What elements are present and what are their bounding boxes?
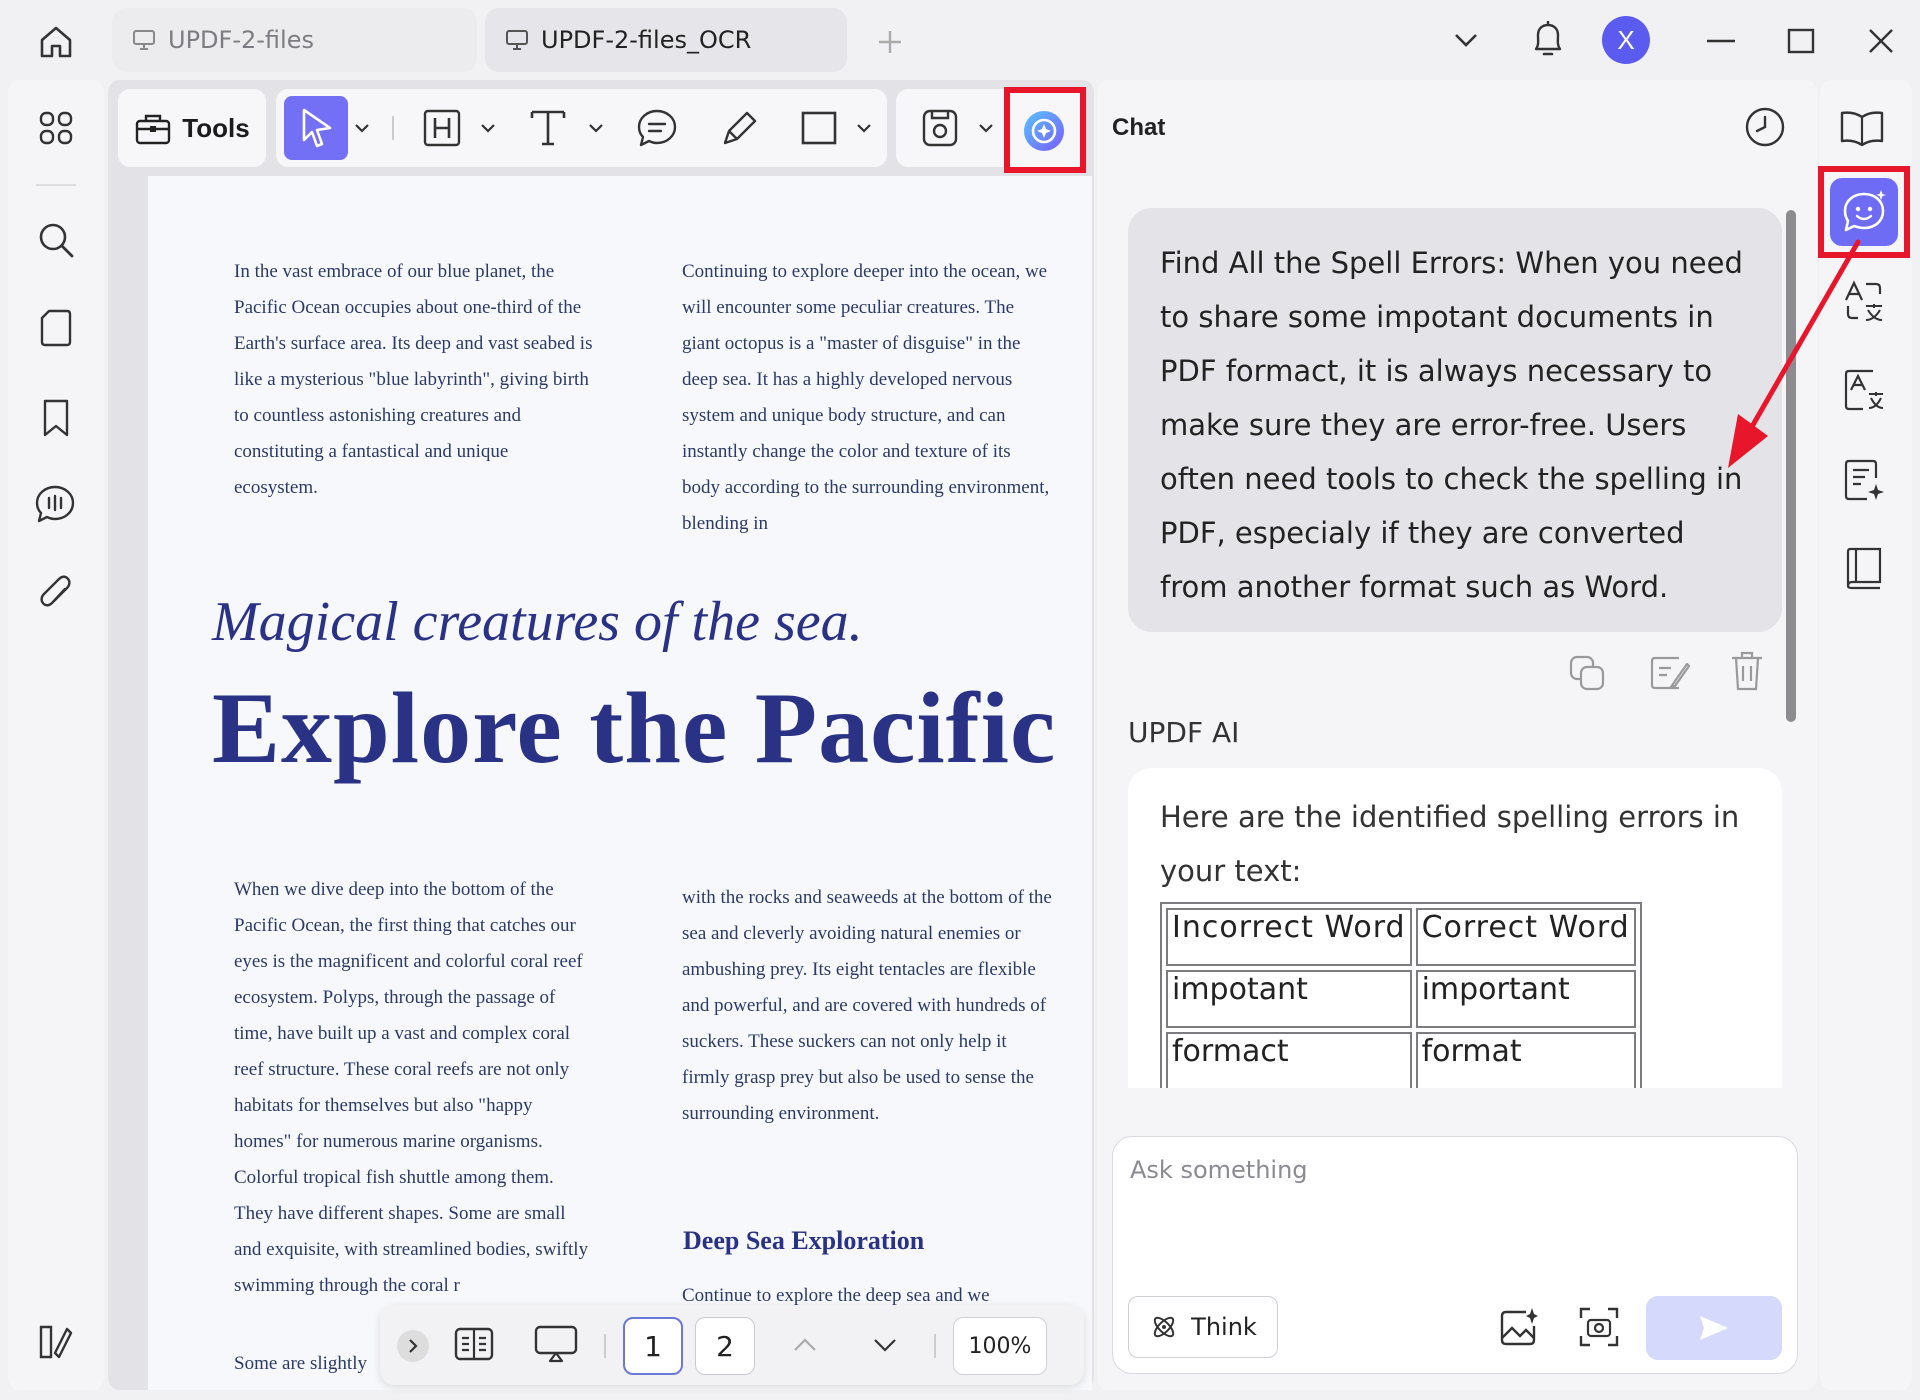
translate-icon[interactable] xyxy=(1840,278,1888,326)
screenshot-icon[interactable] xyxy=(1576,1304,1622,1350)
plus-icon[interactable] xyxy=(870,22,910,62)
chevron-down-icon[interactable] xyxy=(586,118,606,138)
chevron-down-icon[interactable] xyxy=(478,118,498,138)
heading-icon[interactable] xyxy=(418,104,466,152)
paragraph: with the rocks and seaweeds at the botto… xyxy=(682,887,1052,1124)
chevron-down-icon[interactable] xyxy=(1446,20,1486,60)
tools-button[interactable]: Tools xyxy=(118,89,266,167)
tab-updf-2-files[interactable]: UPDF-2-files xyxy=(112,8,477,72)
ai-label: UPDF AI xyxy=(1128,716,1240,749)
ai-summary-icon[interactable] xyxy=(1840,456,1888,506)
ocr-translate-icon[interactable] xyxy=(1840,366,1888,414)
history-clock-icon[interactable] xyxy=(1742,104,1788,150)
edit-panel-icon[interactable] xyxy=(34,1320,78,1364)
reading-mode-icon[interactable] xyxy=(452,1322,496,1366)
tab-label: UPDF-2-files xyxy=(168,26,314,54)
bell-icon[interactable] xyxy=(1524,14,1572,66)
red-arrow-annotation xyxy=(1720,236,1870,476)
table-row: formact format xyxy=(1166,1032,1636,1088)
text-tool-icon[interactable] xyxy=(524,104,572,152)
zoom-level[interactable]: 100% xyxy=(953,1317,1047,1375)
monitor-icon xyxy=(132,29,156,51)
page-thumbnails-icon[interactable] xyxy=(34,306,78,350)
attachment-icon[interactable] xyxy=(34,570,78,618)
chat-input-placeholder[interactable]: Ask something xyxy=(1130,1156,1308,1184)
book-open-icon[interactable] xyxy=(1838,104,1886,150)
maximize-icon[interactable] xyxy=(1780,20,1822,62)
rectangle-icon[interactable] xyxy=(796,104,842,152)
chevron-right-icon[interactable] xyxy=(397,1330,429,1362)
save-icon[interactable] xyxy=(916,104,964,152)
user-message: Find All the Spell Errors: When you need… xyxy=(1128,208,1782,632)
table-cell: impotant xyxy=(1166,970,1412,1028)
bookmark-icon[interactable] xyxy=(34,396,78,440)
page-2-button[interactable]: 2 xyxy=(695,1317,755,1375)
left-sidebar xyxy=(8,80,104,1390)
tab-updf-2-files-ocr[interactable]: UPDF-2-files_OCR xyxy=(485,8,847,72)
divider xyxy=(604,1334,606,1358)
divider xyxy=(36,184,76,186)
section-heading: Deep Sea Exploration xyxy=(683,1226,925,1255)
table-header: Correct Word xyxy=(1415,908,1636,966)
table-cell: formact xyxy=(1166,1032,1412,1088)
search-icon[interactable] xyxy=(34,218,78,262)
toolbox-icon xyxy=(134,110,172,146)
select-tool-button[interactable] xyxy=(284,96,348,160)
copy-icon[interactable] xyxy=(1566,652,1608,694)
page-title: Explore the Pacific xyxy=(212,672,1057,785)
send-button[interactable] xyxy=(1646,1296,1782,1360)
table-cell: format xyxy=(1415,1032,1636,1088)
table-header-row: Incorrect Word Correct Word xyxy=(1166,908,1636,966)
think-button[interactable]: Think xyxy=(1128,1296,1278,1358)
paragraph: In the vast embrace of our blue planet, … xyxy=(234,261,593,498)
atom-icon xyxy=(1149,1312,1179,1342)
monitor-icon xyxy=(505,29,529,51)
chevron-down-icon[interactable] xyxy=(854,118,874,138)
ai-intro-text: Here are the identified spelling errors … xyxy=(1160,800,1740,888)
table-header: Incorrect Word xyxy=(1166,908,1412,966)
tab-label: UPDF-2-files_OCR xyxy=(541,26,752,54)
spelling-errors-table: Incorrect Word Correct Word impotant imp… xyxy=(1160,902,1642,1088)
paragraph-tail: Some are slightly xyxy=(234,1353,367,1374)
think-label: Think xyxy=(1191,1313,1257,1341)
chevron-up-icon[interactable] xyxy=(790,1330,820,1360)
tools-label: Tools xyxy=(182,112,250,143)
pen-icon[interactable] xyxy=(716,104,762,152)
table-cell: important xyxy=(1415,970,1636,1028)
paragraph: Continuing to explore deeper into the oc… xyxy=(682,261,1050,534)
image-upload-icon[interactable] xyxy=(1496,1304,1542,1350)
ai-assistant-icon[interactable] xyxy=(1016,104,1072,158)
close-icon[interactable] xyxy=(1860,20,1902,62)
chevron-down-icon[interactable] xyxy=(976,118,996,138)
chat-title: Chat xyxy=(1112,114,1166,141)
trash-icon[interactable] xyxy=(1728,648,1766,694)
paragraph: When we dive deep into the bottom of the… xyxy=(234,879,589,1296)
page-subtitle: Magical creatures of the sea. xyxy=(212,591,863,653)
chevron-down-icon[interactable] xyxy=(870,1330,900,1360)
comment-tool-icon[interactable] xyxy=(632,104,682,152)
book-icon[interactable] xyxy=(1840,544,1888,592)
avatar[interactable]: X xyxy=(1602,16,1650,64)
ai-response: Here are the identified spelling errors … xyxy=(1128,768,1782,1088)
minimize-icon[interactable] xyxy=(1700,20,1742,62)
chevron-down-icon[interactable] xyxy=(352,118,372,138)
table-row: impotant important xyxy=(1166,970,1636,1028)
home-icon[interactable] xyxy=(30,16,82,68)
page-1-button[interactable]: 1 xyxy=(623,1317,683,1375)
slideshow-icon[interactable] xyxy=(532,1322,580,1366)
edit-message-icon[interactable] xyxy=(1648,652,1692,694)
divider xyxy=(392,116,394,140)
comments-icon[interactable] xyxy=(30,480,80,528)
grid-apps-icon[interactable] xyxy=(34,106,78,150)
divider xyxy=(934,1334,936,1358)
